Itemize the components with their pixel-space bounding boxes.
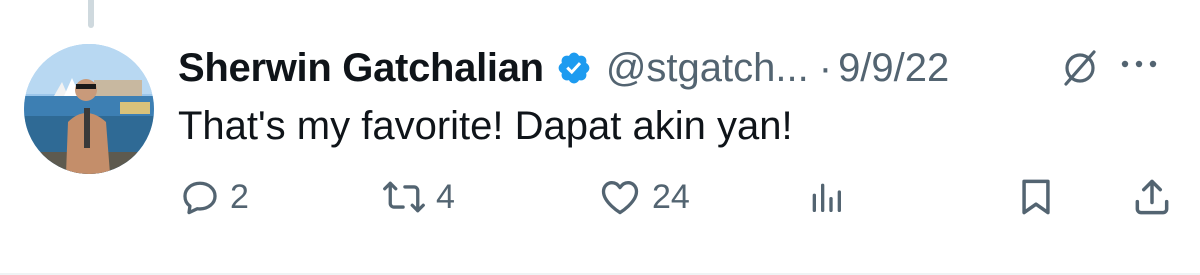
tweet-actions: 2 4 24 — [178, 172, 1180, 222]
grok-icon[interactable] — [1058, 46, 1102, 90]
avatar-photo — [24, 44, 154, 174]
bookmark-button[interactable] — [1014, 172, 1058, 222]
retweet-count: 4 — [436, 177, 455, 216]
views-chart-icon — [806, 175, 846, 219]
author-name[interactable]: Sherwin Gatchalian — [178, 46, 544, 91]
share-icon — [1130, 175, 1174, 219]
heart-icon — [596, 175, 644, 219]
tweet-text: That's my favorite! Dapat akin yan! — [178, 104, 793, 148]
separator-dot: · — [818, 45, 833, 90]
avatar[interactable] — [24, 44, 154, 174]
retweet-icon — [380, 175, 428, 219]
views-button[interactable] — [806, 172, 846, 222]
author-handle[interactable]: @stgatch... — [606, 46, 809, 91]
like-button[interactable]: 24 — [596, 172, 690, 222]
reply-count: 2 — [230, 177, 249, 216]
retweet-button[interactable]: 4 — [380, 172, 455, 222]
tweet-date[interactable]: 9/9/22 — [838, 46, 949, 91]
tweet-header: Sherwin Gatchalian @stgatch... · 9/9/22 — [178, 38, 1180, 98]
reply-icon — [178, 175, 222, 219]
thread-connector-line — [88, 0, 94, 28]
verified-badge-icon[interactable] — [556, 50, 592, 86]
share-button[interactable] — [1130, 172, 1174, 222]
more-options-icon[interactable] — [1118, 52, 1160, 76]
bookmark-icon — [1014, 175, 1058, 219]
reply-button[interactable]: 2 — [178, 172, 249, 222]
like-count: 24 — [652, 177, 690, 216]
